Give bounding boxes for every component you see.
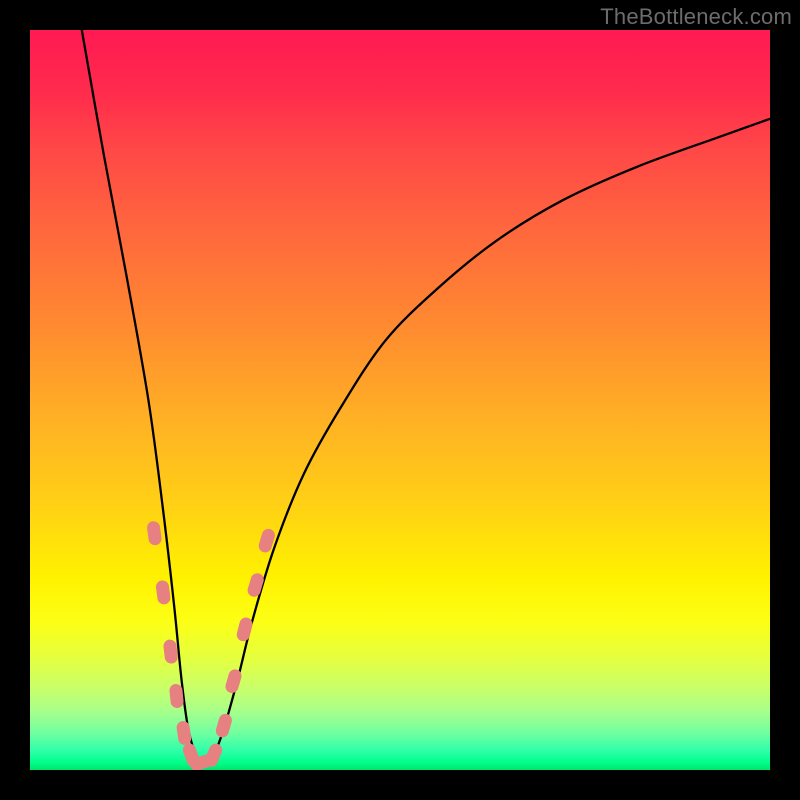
chart-container: TheBottleneck.com [0,0,800,800]
marker-capsule [163,639,179,664]
highlight-markers [146,520,276,770]
bottleneck-curve-path [82,30,770,765]
marker-capsule [176,720,192,746]
marker-capsule [155,580,171,606]
curve-layer [30,30,770,770]
marker-capsule [246,572,265,599]
watermark-text: TheBottleneck.com [600,4,792,30]
marker-capsule [214,712,233,739]
plot-area [30,30,770,770]
marker-capsule [235,616,253,642]
marker-capsule [146,520,162,546]
bottleneck-curve [82,30,770,765]
